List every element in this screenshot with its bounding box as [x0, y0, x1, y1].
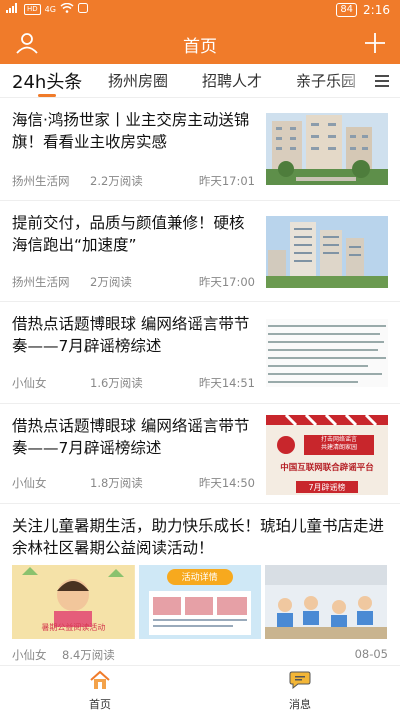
article-thumbnail: 活动详情: [138, 565, 262, 639]
article-time: 昨天17:01: [198, 174, 255, 188]
article-source: 小仙女: [12, 376, 47, 390]
article-views: 8.4万阅读: [62, 648, 115, 662]
title-bar: 首页: [0, 22, 400, 64]
battery-icon: 84: [336, 3, 358, 17]
article-item[interactable]: 海信·鸿扬世家丨业主交房主动送锦旗！看看业主收房实感 扬州生活网 2.2万阅读 …: [0, 99, 400, 201]
article-title: 关注儿童暑期生活，助力快乐成长！琥珀儿童书店走进余林社区暑期公益阅读活动！: [12, 517, 385, 557]
article-title: 海信·鸿扬世家丨业主交房主动送锦旗！看看业主收房实感: [12, 111, 250, 151]
article-item[interactable]: 借热点话题博眼球 编网络谣言带节奏——7月辟谣榜综述 小仙女 1.6万阅读 昨天…: [0, 303, 400, 404]
thumb-line-4: 7月辟谣榜: [308, 483, 346, 492]
article-source: 扬州生活网: [12, 174, 70, 188]
tab-yangzhou-housing[interactable]: 扬州房圈: [108, 70, 168, 91]
article-time: 08-05: [354, 647, 388, 661]
thumb-label: 活动详情: [181, 573, 218, 583]
thumb-label: 暑期公益阅读活动: [41, 623, 106, 632]
bottom-nav: 首页 消息: [0, 665, 400, 711]
signal-icon: [6, 3, 20, 15]
article-time: 昨天14:51: [198, 376, 255, 390]
tab-24h-headlines[interactable]: 24h头条: [12, 68, 82, 94]
article-title: 借热点话题博眼球 编网络谣言带节奏——7月辟谣榜综述: [12, 417, 250, 457]
article-item[interactable]: 借热点话题博眼球 编网络谣言带节奏——7月辟谣榜综述 小仙女 1.8万阅读 昨天…: [0, 405, 400, 504]
article-time: 昨天17:00: [198, 275, 255, 289]
article-source: 扬州生活网: [12, 275, 70, 289]
network-label: 4G: [44, 4, 56, 14]
article-time: 昨天14:50: [198, 476, 255, 490]
tab-fade: [338, 64, 372, 97]
nav-label: 消息: [289, 698, 311, 711]
tab-recruitment[interactable]: 招聘人才: [202, 70, 262, 91]
article-title: 提前交付，品质与颜值兼修！硬核海信跑出“加速度”: [12, 214, 245, 254]
article-thumbnail: 打击网络谣言 共建清朗家园 中国互联网联合辟谣平台 7月辟谣榜: [266, 415, 388, 495]
active-tab-indicator: [38, 94, 56, 97]
clock: 2:16: [363, 3, 390, 17]
status-bar: HD 4G 84 2:16: [0, 0, 400, 22]
message-icon: [289, 671, 311, 694]
article-views: 1.6万阅读: [90, 376, 143, 390]
article-item[interactable]: 提前交付，品质与颜值兼修！硬核海信跑出“加速度” 扬州生活网 2万阅读 昨天17…: [0, 202, 400, 302]
page-title: 首页: [183, 37, 217, 56]
article-thumbnail: [266, 216, 388, 288]
article-source: 小仙女: [12, 476, 47, 490]
nav-label: 首页: [89, 698, 111, 711]
article-source: 小仙女: [12, 648, 47, 662]
article-item[interactable]: 关注儿童暑期生活，助力快乐成长！琥珀儿童书店走进余林社区暑期公益阅读活动！ 暑期…: [0, 505, 400, 665]
menu-icon[interactable]: [372, 71, 392, 91]
article-views: 2.2万阅读: [90, 174, 143, 188]
notification-icon: [77, 3, 88, 15]
thumb-line-2: 共建清朗家园: [320, 444, 357, 451]
sim-badge: HD: [24, 3, 41, 15]
plus-icon[interactable]: [362, 30, 388, 56]
article-thumbnail-row: 暑期公益阅读活动 活动详情: [12, 565, 388, 639]
nav-messages[interactable]: 消息: [260, 670, 340, 711]
home-icon: [89, 670, 111, 694]
nav-home[interactable]: 首页: [60, 670, 140, 711]
wifi-icon: [60, 2, 74, 15]
article-thumbnail: [265, 565, 388, 639]
article-thumbnail: [266, 113, 388, 185]
article-views: 1.8万阅读: [90, 476, 143, 490]
article-thumbnail: 暑期公益阅读活动: [12, 565, 135, 639]
article-views: 2万阅读: [90, 275, 132, 289]
article-thumbnail: [266, 319, 388, 387]
thumb-line-3: 中国互联网联合辟谣平台: [280, 463, 374, 473]
thumb-line-1: 打击网络谣言: [320, 436, 357, 443]
tab-bar: 24h头条 扬州房圈 招聘人才 亲子乐园: [0, 64, 400, 98]
article-title: 借热点话题博眼球 编网络谣言带节奏——7月辟谣榜综述: [12, 315, 250, 355]
